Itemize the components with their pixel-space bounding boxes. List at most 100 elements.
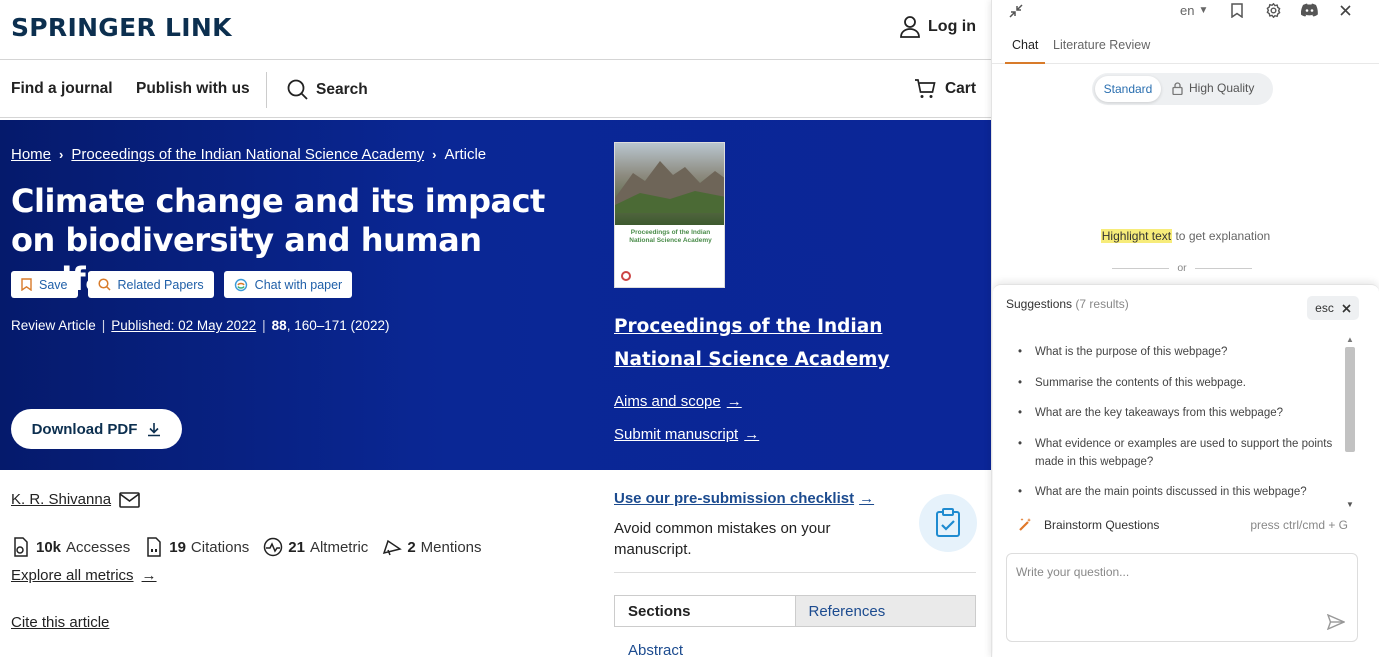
lock-icon <box>1172 81 1183 95</box>
cite-article-link[interactable]: Cite this article <box>11 614 109 631</box>
nav-publish-with-us[interactable]: Publish with us <box>136 80 250 98</box>
chat-side-panel: en ▼ Chat Literature Review Standard Hig… <box>991 0 1379 657</box>
language-value: en <box>1180 3 1195 18</box>
scroll-down-arrow[interactable]: ▼ <box>1346 500 1354 509</box>
esc-label: esc <box>1315 301 1334 315</box>
collapse-icon[interactable] <box>1009 4 1023 18</box>
presubmission-checklist-link[interactable]: Use our pre-submission checklist → <box>614 490 874 507</box>
suggestion-item[interactable]: What evidence or examples are used to su… <box>1018 435 1338 471</box>
chevron-right-icon: › <box>59 147 64 162</box>
language-select[interactable]: en ▼ <box>1180 3 1208 18</box>
suggestion-item[interactable]: What are the main points discussed in th… <box>1018 483 1338 501</box>
pages: , 160–171 (2022) <box>286 318 390 333</box>
quality-high-option[interactable]: High Quality <box>1172 81 1254 95</box>
altmetric-icon <box>264 537 283 557</box>
clipboard-check-icon <box>936 508 960 537</box>
suggestion-item[interactable]: What is the purpose of this webpage? <box>1018 343 1338 361</box>
article-meta: Review Article | Published: 02 May 2022 … <box>11 318 390 333</box>
sections-tabs: Sections References <box>614 595 976 627</box>
checklist-badge <box>919 494 977 552</box>
explore-metrics-link[interactable]: Explore all metrics → <box>11 567 157 584</box>
submit-manuscript-link[interactable]: Submit manuscript → <box>614 426 759 443</box>
published-date[interactable]: Published: 02 May 2022 <box>111 318 256 333</box>
breadcrumb-home[interactable]: Home <box>11 146 51 163</box>
citations-value: 19 <box>169 538 186 556</box>
chat-with-paper-label: Chat with paper <box>254 277 343 292</box>
tab-chat[interactable]: Chat <box>1012 38 1038 52</box>
journal-cover-image[interactable]: Proceedings of the Indian National Scien… <box>614 142 725 288</box>
mentions-label: Mentions <box>420 538 482 556</box>
arrow-right-icon: → <box>726 393 742 410</box>
chat-logo-icon <box>234 278 247 291</box>
mountain-image <box>615 161 724 213</box>
question-placeholder: Write your question... <box>1016 565 1130 579</box>
esc-close-button[interactable]: esc <box>1307 296 1359 320</box>
save-label: Save <box>39 277 68 292</box>
hint-highlight-text: Highlight text <box>1100 229 1173 243</box>
close-icon[interactable] <box>1340 5 1351 16</box>
discord-icon[interactable] <box>1301 3 1318 17</box>
site-header: SPRINGER LINK Log in <box>0 0 991 60</box>
aims-and-scope-link[interactable]: Aims and scope → <box>614 393 742 410</box>
chat-with-paper-button[interactable]: Chat with paper <box>223 271 353 298</box>
megaphone-icon <box>383 539 403 556</box>
search-icon <box>97 278 111 291</box>
metric-mentions: 2 Mentions <box>382 537 482 557</box>
volume: 88 <box>271 318 287 333</box>
scroll-up-arrow[interactable]: ▲ <box>1346 335 1354 344</box>
accesses-icon <box>14 537 28 557</box>
journal-name-link[interactable]: Proceedings of the Indian National Scien… <box>614 310 954 376</box>
article-hero: Home › Proceedings of the Indian Nationa… <box>0 120 991 470</box>
altmetric-value: 21 <box>288 538 305 556</box>
checklist-label: Use our pre-submission checklist <box>614 490 855 507</box>
tab-references[interactable]: References <box>794 596 975 626</box>
download-pdf-button[interactable]: Download PDF <box>11 409 182 449</box>
brainstorm-shortcut: press ctrl/cmd + G <box>1250 517 1348 532</box>
altmetric-label: Altmetric <box>309 538 369 556</box>
related-papers-label: Related Papers <box>117 277 204 292</box>
send-icon[interactable] <box>1327 614 1345 630</box>
citations-label: Citations <box>190 538 250 556</box>
suggestion-item[interactable]: What are the key takeaways from this web… <box>1018 404 1338 422</box>
cart-button[interactable]: Cart <box>914 79 976 99</box>
suggestion-item[interactable]: Summarise the contents of this webpage. <box>1018 374 1338 392</box>
suggestions-scrollbar-thumb[interactable] <box>1345 347 1355 452</box>
nav-divider <box>266 72 267 108</box>
user-icon <box>900 16 920 38</box>
related-papers-button[interactable]: Related Papers <box>87 271 214 298</box>
accesses-label: Accesses <box>66 538 131 556</box>
author-name[interactable]: K. R. Shivanna <box>11 491 111 508</box>
citations-icon <box>147 537 161 557</box>
download-icon <box>148 422 161 436</box>
gear-icon[interactable] <box>1266 3 1281 18</box>
question-input[interactable]: Write your question... <box>1006 553 1358 642</box>
quality-toggle: Standard High Quality <box>1092 73 1273 105</box>
accesses-value: 10k <box>36 538 62 556</box>
save-button[interactable]: Save <box>11 271 78 298</box>
quality-high-label: High Quality <box>1189 81 1255 95</box>
bookmark-icon <box>21 278 32 291</box>
suggestions-popup: Suggestions (7 results) esc What is the … <box>993 284 1379 657</box>
breadcrumb-journal[interactable]: Proceedings of the Indian National Scien… <box>71 146 424 163</box>
author-line: K. R. Shivanna <box>11 491 140 508</box>
volume-pages: 88, 160–171 (2022) <box>272 318 390 333</box>
caret-down-icon: ▼ <box>1198 5 1209 16</box>
download-pdf-label: Download PDF <box>31 420 138 438</box>
bookmark-icon[interactable] <box>1231 3 1243 18</box>
aims-and-scope-label: Aims and scope <box>614 393 721 410</box>
tab-sections[interactable]: Sections <box>615 596 795 626</box>
email-icon[interactable] <box>119 491 140 508</box>
panel-toolbar: en ▼ <box>992 0 1379 24</box>
suggestions-list: What is the purpose of this webpage? Sum… <box>1018 343 1338 514</box>
tab-literature-review[interactable]: Literature Review <box>1053 38 1150 52</box>
abstract-link[interactable]: Abstract <box>628 642 683 657</box>
search-icon <box>287 79 308 100</box>
search-button[interactable]: Search <box>287 79 368 100</box>
site-logo[interactable]: SPRINGER LINK <box>11 13 232 42</box>
or-divider: or <box>1112 262 1252 274</box>
nav-find-journal[interactable]: Find a journal <box>11 80 113 98</box>
brainstorm-questions-button[interactable]: Brainstorm Questions press ctrl/cmd + G <box>1018 517 1348 532</box>
quality-standard-option[interactable]: Standard <box>1095 76 1161 102</box>
site-nav: Find a journal Publish with us Search Ca… <box>0 60 991 118</box>
login-link[interactable]: Log in <box>900 16 976 38</box>
